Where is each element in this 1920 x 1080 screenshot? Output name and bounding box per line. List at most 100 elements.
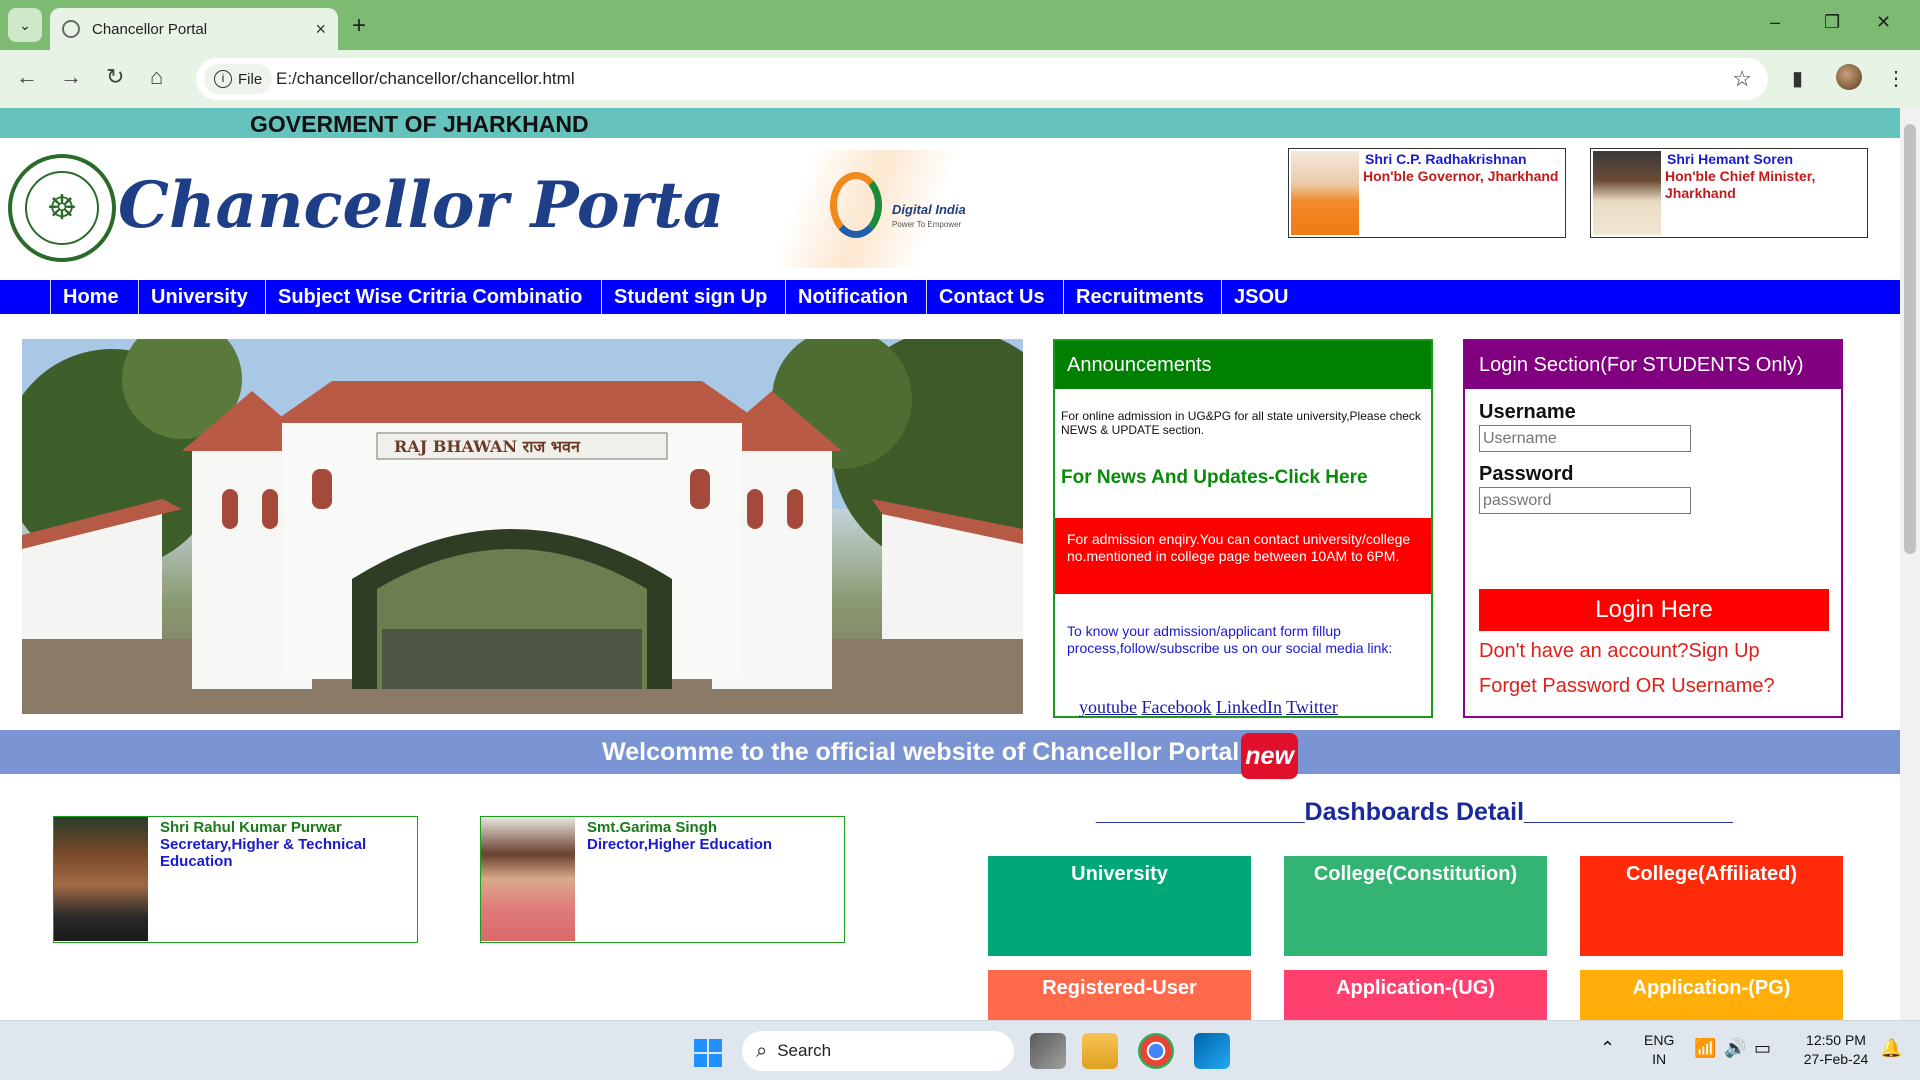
governor-photo [1291,151,1359,235]
youtube-link[interactable]: youtube [1079,697,1137,717]
secretary-name: Shri Rahul Kumar Purwar [160,819,342,836]
director-role: Director,Higher Education [587,836,773,853]
dashboard-tile-application-ug[interactable]: Application-(UG) [1284,970,1547,1020]
clock[interactable]: 12:50 PM 27-Feb-24 [1796,1031,1876,1069]
social-links: youtube Facebook LinkedIn Twitter [1079,697,1338,718]
profile-avatar[interactable] [1836,64,1862,90]
welcome-text: Welcomme to the official website of Chan… [602,738,1240,766]
password-input[interactable] [1479,487,1691,514]
url-text[interactable]: E:/chancellor/chancellor/chancellor.html [276,69,575,89]
director-photo [481,817,575,941]
address-bar[interactable]: i File E:/chancellor/chancellor/chancell… [196,58,1768,100]
tab-search-button[interactable]: ⌄ [8,8,42,42]
dashboard-tile-college-constitution[interactable]: College(Constitution) [1284,856,1547,956]
secretary-role: Secretary,Higher & Technical Education [160,836,367,870]
globe-icon [62,20,80,38]
username-label: Username [1479,401,1576,423]
back-icon[interactable]: ← [16,64,38,90]
forward-icon[interactable]: → [60,64,82,90]
wifi-icon[interactable]: 📶 [1694,1039,1716,1058]
clock-time: 12:50 PM [1806,1032,1866,1048]
vscode-icon[interactable] [1194,1033,1230,1069]
taskbar-search-label: Search [777,1041,832,1060]
minimize-button[interactable]: – [1770,12,1780,33]
announcements-title: Announcements [1055,341,1431,389]
nav-university[interactable]: University [138,280,260,314]
task-view-icon[interactable] [1030,1033,1066,1069]
governor-card: Shri C.P. Radhakrishnan Hon'ble Governor… [1288,148,1566,238]
restore-button[interactable]: ❐ [1824,12,1840,33]
nav-recruitments[interactable]: Recruitments [1063,280,1216,314]
chief-minister-role: Hon'ble Chief Minister, Jharkhand [1665,168,1816,201]
side-panel-icon[interactable]: ▮ [1792,66,1803,91]
nav-home[interactable]: Home [50,280,131,314]
language-indicator[interactable]: ENG IN [1644,1031,1674,1069]
news-updates-link[interactable]: For News And Updates-Click Here [1061,467,1368,489]
jharkhand-emblem-logo: ☸ [8,154,116,262]
new-tab-button[interactable]: + [352,12,366,40]
battery-icon[interactable]: ▭ [1754,1039,1771,1058]
digital-india-emblem-icon [830,172,882,238]
new-badge: new [1241,732,1298,779]
social-media-notice: To know your admission/applicant form fi… [1067,623,1393,656]
nav-contact-us[interactable]: Contact Us [926,280,1057,314]
announcements-panel: Announcements For online admission in UG… [1053,339,1433,718]
scrollbar-thumb[interactable] [1904,124,1916,554]
volume-icon[interactable]: 🔊 [1724,1039,1746,1058]
search-icon: ⌕ [756,1039,768,1062]
file-explorer-icon[interactable] [1082,1033,1118,1069]
dashboard-tile-university[interactable]: University [988,856,1251,956]
home-icon[interactable]: ⌂ [150,64,163,90]
username-input[interactable] [1479,425,1691,452]
government-strip: GOVERMENT OF JHARKHAND [0,108,1900,138]
linkedin-link[interactable]: LinkedIn [1216,697,1282,717]
taskbar-search[interactable]: ⌕ Search [742,1031,1014,1071]
windows-start-icon[interactable] [694,1039,722,1067]
password-label: Password [1479,463,1574,485]
chrome-icon[interactable] [1138,1033,1174,1069]
enquiry-alert-box: For admission enqiry.You can contact uni… [1055,518,1431,594]
dashboard-tile-registered-user[interactable]: Registered-User [988,970,1251,1020]
enquiry-notice: For admission enqiry.You can contact uni… [1067,531,1411,564]
browser-menu-icon[interactable]: ⋮ [1886,66,1906,91]
login-button[interactable]: Login Here [1479,589,1829,631]
browser-tab-bar: ⌄ Chancellor Portal × + – ❐ ✕ [0,0,1920,50]
bookmark-star-icon[interactable]: ☆ [1732,66,1752,92]
portal-title: Chancellor Portal [118,168,749,243]
facebook-link[interactable]: Facebook [1142,697,1212,717]
clock-date: 27-Feb-24 [1803,1051,1869,1067]
nav-student-sign-up[interactable]: Student sign Up [601,280,779,314]
dashboards-title: _______________Dashboards Detail________… [1096,798,1733,826]
nav-notification[interactable]: Notification [785,280,920,314]
tray-overflow-icon[interactable]: ⌃ [1600,1039,1615,1058]
page-scrollbar[interactable] [1900,108,1920,1020]
windows-taskbar: ⌕ Search ⌃ ENG IN 📶 🔊 ▭ 12:50 PM 27-Feb-… [0,1020,1920,1080]
nav-jsou[interactable]: JSOU [1221,280,1300,314]
chief-minister-photo [1593,151,1661,235]
nav-subject-wise-criteria[interactable]: Subject Wise Critria Combinatio [265,280,594,314]
chief-minister-card: Shri Hemant Soren Hon'ble Chief Minister… [1590,148,1868,238]
tab-close-icon[interactable]: × [315,19,326,40]
dashboard-tile-application-pg[interactable]: Application-(PG) [1580,970,1843,1020]
close-window-button[interactable]: ✕ [1876,12,1891,33]
site-info-chip[interactable]: i File [204,64,273,94]
gate-sign-text: RAJ BHAWAN राज भवन [394,437,581,456]
digital-india-logo: Digital India Power To Empower [726,150,976,268]
dashboard-tile-college-affiliated[interactable]: College(Affiliated) [1580,856,1843,956]
secretary-card: Shri Rahul Kumar Purwar Secretary,Higher… [53,816,418,943]
browser-tab[interactable]: Chancellor Portal × [50,8,338,50]
signup-link[interactable]: Don't have an account?Sign Up [1479,640,1760,663]
digital-india-title: Digital India [892,202,966,217]
notification-bell-icon[interactable]: 🔔 [1880,1039,1902,1058]
governor-role: Hon'ble Governor, Jharkhand [1363,168,1559,184]
region-code: IN [1652,1051,1667,1067]
twitter-link[interactable]: Twitter [1286,697,1338,717]
director-name: Smt.Garima Singh [587,819,718,836]
ashoka-emblem-icon: ☸ [25,171,99,245]
raj-bhawan-gate-image: RAJ BHAWAN राज भवन [22,339,1023,714]
admission-notice: For online admission in UG&PG for all st… [1061,409,1421,437]
reload-icon[interactable]: ↻ [106,64,124,90]
browser-toolbar: ← → ↻ ⌂ i File E:/chancellor/chancellor/… [0,50,1920,108]
director-card: Smt.Garima Singh Director,Higher Educati… [480,816,845,943]
forgot-password-link[interactable]: Forget Password OR Username? [1479,675,1775,698]
